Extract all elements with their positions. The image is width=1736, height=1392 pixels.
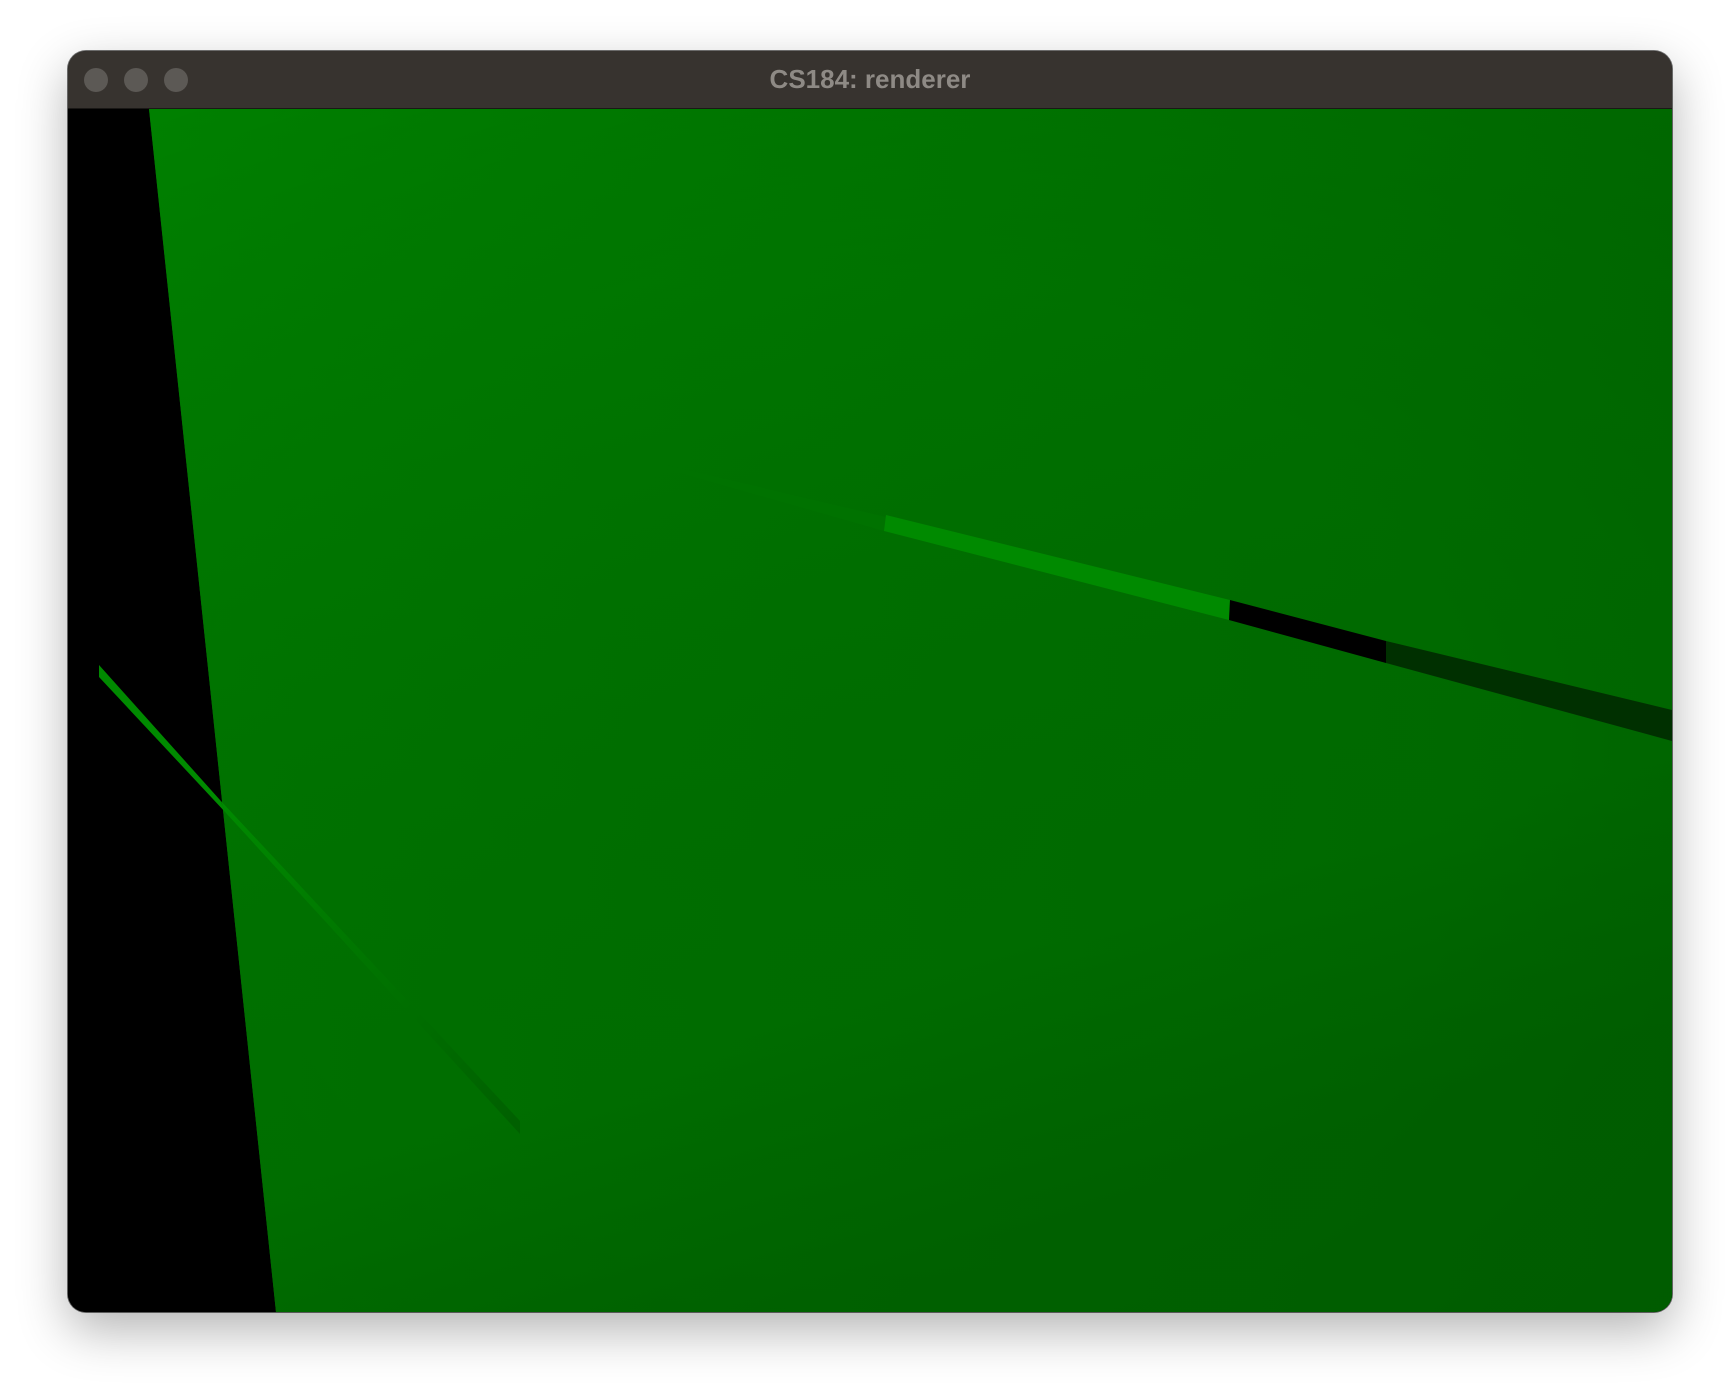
window-title: CS184: renderer: [769, 64, 971, 94]
render-viewport[interactable]: [68, 109, 1672, 1312]
app-window: CS184: renderer: [68, 51, 1672, 1312]
desktop: CS184: renderer: [0, 0, 1736, 1392]
render-canvas: [68, 109, 1672, 1312]
green-plane-shade: [149, 109, 1672, 1312]
title-bar[interactable]: CS184: renderer: [68, 51, 1672, 109]
